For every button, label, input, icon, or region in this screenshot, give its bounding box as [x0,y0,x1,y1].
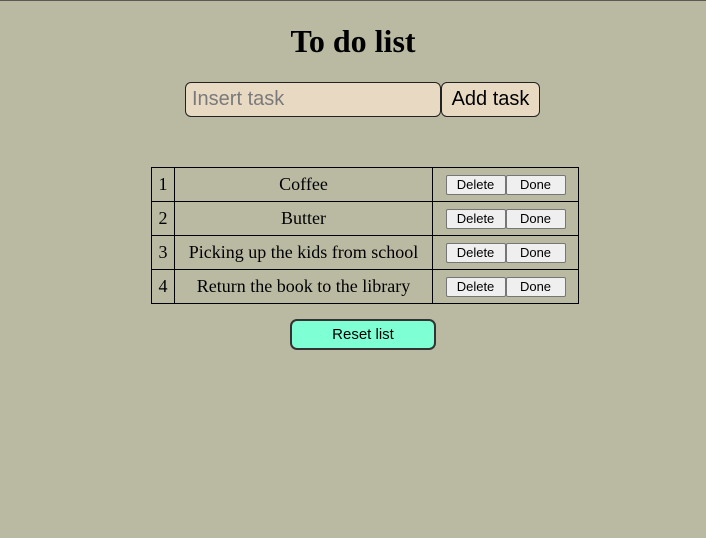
add-task-button[interactable]: Add task [441,82,540,117]
table-row: 1 Coffee Delete Done [151,167,579,202]
delete-button[interactable]: Delete [445,276,506,297]
task-number: 2 [151,201,175,236]
task-actions: Delete Done [432,235,579,270]
done-button[interactable]: Done [505,208,566,229]
done-button[interactable]: Done [505,242,566,263]
delete-button[interactable]: Delete [445,242,506,263]
delete-button[interactable]: Delete [445,174,506,195]
task-number: 4 [151,269,175,304]
add-task-form: Add task [185,82,540,117]
table-row: 2 Butter Delete Done [151,201,579,236]
reset-list-button[interactable]: Reset list [290,319,436,350]
task-input[interactable] [185,82,441,117]
task-text: Picking up the kids from school [174,235,433,270]
task-actions: Delete Done [432,167,579,202]
page-title: To do list [290,23,416,59]
delete-button[interactable]: Delete [445,208,506,229]
table-row: 3 Picking up the kids from school Delete… [151,235,579,270]
task-text: Butter [174,201,433,236]
done-button[interactable]: Done [505,174,566,195]
table-row: 4 Return the book to the library Delete … [151,269,579,304]
task-number: 1 [151,167,175,202]
done-button[interactable]: Done [505,276,566,297]
task-table: 1 Coffee Delete Done 2 Butter Delete Don… [151,167,579,304]
task-text: Coffee [174,167,433,202]
task-text: Return the book to the library [174,269,433,304]
task-actions: Delete Done [432,201,579,236]
task-actions: Delete Done [432,269,579,304]
task-number: 3 [151,235,175,270]
